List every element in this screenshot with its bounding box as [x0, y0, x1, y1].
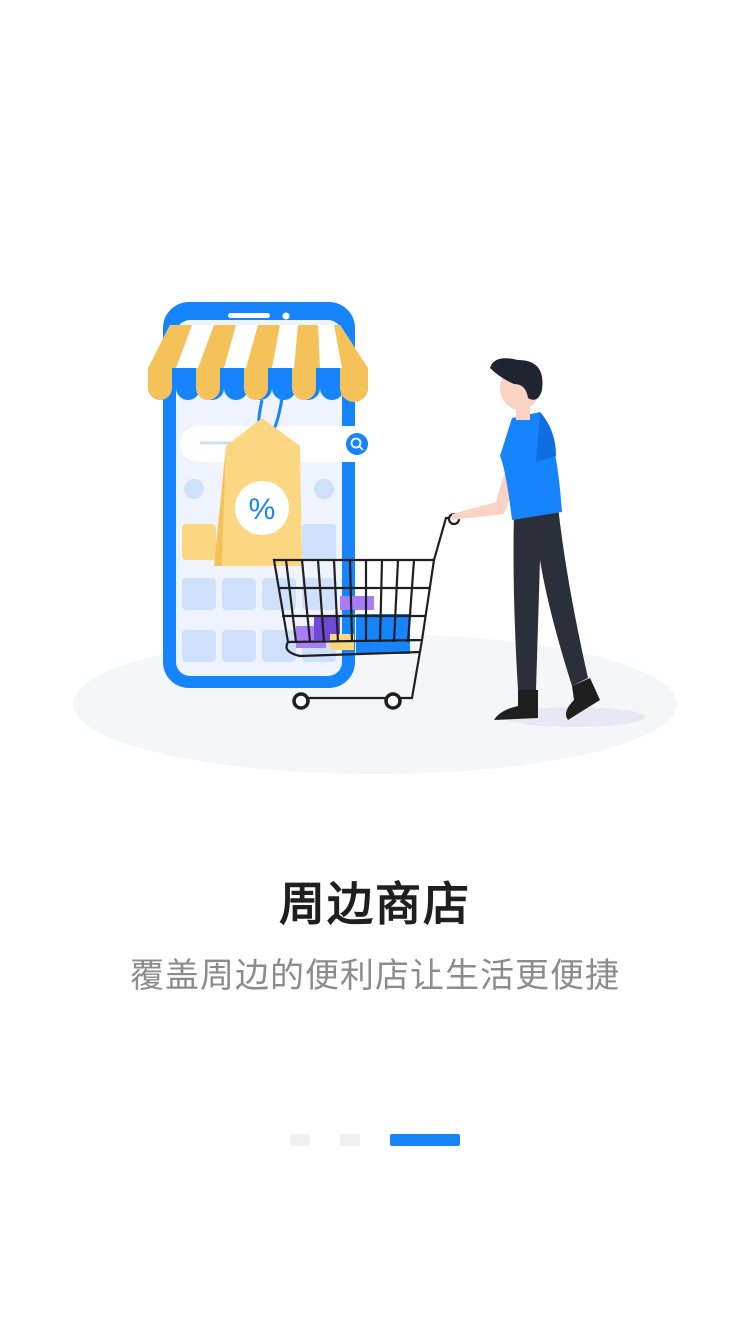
page-subtitle: 覆盖周边的便利店让生活更便捷	[130, 956, 620, 996]
page-dot-3-active[interactable]	[390, 1134, 460, 1146]
cart-wheel-left	[292, 692, 310, 710]
shop-awning	[148, 325, 368, 402]
page-title: 周边商店	[279, 877, 471, 931]
page-dot-2[interactable]	[340, 1134, 360, 1146]
search-icon	[346, 433, 368, 455]
page-dot-1[interactable]	[290, 1134, 310, 1146]
tag-percent-symbol: %	[249, 493, 276, 526]
page-indicator	[0, 1134, 750, 1148]
cart-wheel-right	[384, 692, 402, 710]
onboarding-illustration: %	[73, 302, 677, 774]
